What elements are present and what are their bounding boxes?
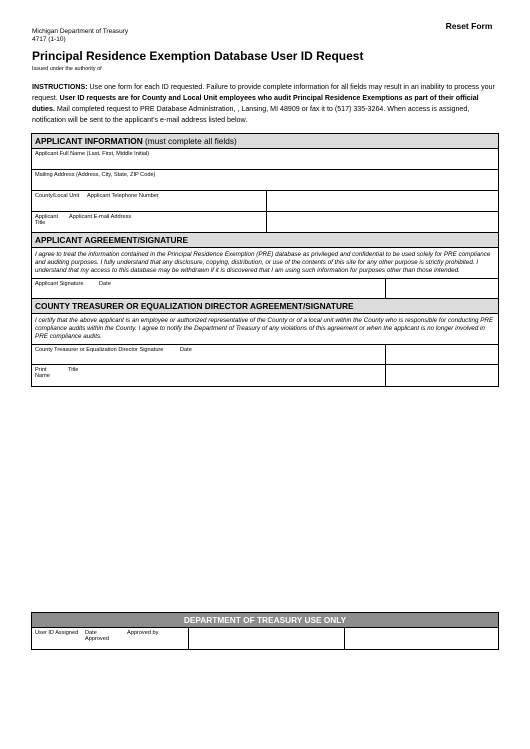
title-email-blank-cell[interactable] <box>266 212 498 232</box>
full-name-label: Applicant Full Name (Last, First, Middle… <box>35 151 150 157</box>
applicant-signature-row: Applicant Signature Date <box>32 279 498 299</box>
county-signature-blank-cell[interactable] <box>385 345 498 364</box>
applicant-info-heading: APPLICANT INFORMATION (must complete all… <box>32 134 498 149</box>
instructions-text-2: Mail completed request to PRE Database A… <box>32 105 470 124</box>
telephone-field[interactable]: Applicant Telephone Number <box>84 191 266 211</box>
county-unit-field[interactable]: County/Local Unit <box>32 191 84 211</box>
approved-by-field[interactable]: Approved by <box>124 628 188 649</box>
applicant-signature-blank-cell[interactable] <box>385 279 498 298</box>
agreement-heading: APPLICANT AGREEMENT/SIGNATURE <box>32 233 498 248</box>
print-name-label: Print Name <box>35 367 50 379</box>
print-name-field[interactable]: Print Name <box>32 365 65 386</box>
county-title-label: Title <box>68 367 79 373</box>
reset-form-button[interactable]: Reset Form <box>424 19 514 34</box>
telephone-label: Applicant Telephone Number <box>87 193 159 199</box>
applicant-title-field[interactable]: Applicant Title <box>32 212 66 232</box>
email-field[interactable]: Applicant E-mail Address <box>66 212 266 232</box>
date-approved-field[interactable]: Date Approved <box>82 628 124 649</box>
department-name: Michigan Department of Treasury <box>32 28 129 35</box>
instructions: INSTRUCTIONS: Use one form for each ID r… <box>32 82 502 126</box>
applicant-signature-label: Applicant Signature <box>35 281 84 287</box>
department-header: Michigan Department of Treasury 4717 (1-… <box>32 28 128 44</box>
county-date-label: Date <box>180 347 192 353</box>
treasury-blank-cell-2[interactable] <box>344 628 498 649</box>
full-name-row: Applicant Full Name (Last, First, Middle… <box>32 149 498 170</box>
treasury-use-section: DEPARTMENT OF TREASURY USE ONLY User ID … <box>31 612 499 650</box>
treasury-heading: DEPARTMENT OF TREASURY USE ONLY <box>32 613 498 628</box>
approved-by-label: Approved by <box>127 630 159 636</box>
treasury-row: User ID Assigned Date Approved Approved … <box>32 628 498 649</box>
mailing-address-label: Mailing Address (Address, City, State, Z… <box>35 172 156 178</box>
authority-text: Issued under the authority of <box>32 66 102 72</box>
title-email-row: Applicant Title Applicant E-mail Address <box>32 212 498 233</box>
applicant-date-field[interactable]: Date <box>96 279 385 298</box>
applicant-title-label: Applicant Title <box>35 214 59 226</box>
county-signature-field[interactable]: County Treasurer or Equalization Directo… <box>32 345 177 364</box>
county-signature-label: County Treasurer or Equalization Directo… <box>35 347 164 353</box>
county-date-field[interactable]: Date <box>177 345 385 364</box>
applicant-signature-field[interactable]: Applicant Signature <box>32 279 96 298</box>
applicant-info-note: (must complete all fields) <box>142 136 237 146</box>
county-unit-label: County/Local Unit <box>35 193 80 199</box>
applicant-date-label: Date <box>99 281 111 287</box>
mailing-address-field[interactable]: Mailing Address (Address, City, State, Z… <box>32 170 498 190</box>
applicant-info-title: APPLICANT INFORMATION <box>35 136 143 146</box>
page-title: Principal Residence Exemption Database U… <box>32 49 364 63</box>
instructions-label: INSTRUCTIONS: <box>32 83 88 91</box>
county-heading: COUNTY TREASURER OR EQUALIZATION DIRECTO… <box>32 299 498 314</box>
mailing-address-row: Mailing Address (Address, City, State, Z… <box>32 170 498 191</box>
print-name-row: Print Name Title <box>32 365 498 386</box>
full-name-field[interactable]: Applicant Full Name (Last, First, Middle… <box>32 149 498 169</box>
agreement-text: I agree to treat the information contain… <box>32 248 498 279</box>
county-signature-row: County Treasurer or Equalization Directo… <box>32 345 498 365</box>
user-id-field[interactable]: User ID Assigned <box>32 628 82 649</box>
date-approved-label: Date Approved <box>85 630 109 642</box>
form-number: 4717 (1-10) <box>32 36 66 43</box>
email-label: Applicant E-mail Address <box>69 214 132 220</box>
county-text: I certify that the above applicant is an… <box>32 314 498 345</box>
print-name-blank-cell[interactable] <box>385 365 498 386</box>
county-title-field[interactable]: Title <box>65 365 385 386</box>
treasury-blank-cell-1[interactable] <box>188 628 344 649</box>
county-phone-row: County/Local Unit Applicant Telephone Nu… <box>32 191 498 212</box>
county-phone-blank-cell[interactable] <box>266 191 498 211</box>
user-id-label: User ID Assigned <box>35 630 79 636</box>
main-form: APPLICANT INFORMATION (must complete all… <box>31 133 499 387</box>
